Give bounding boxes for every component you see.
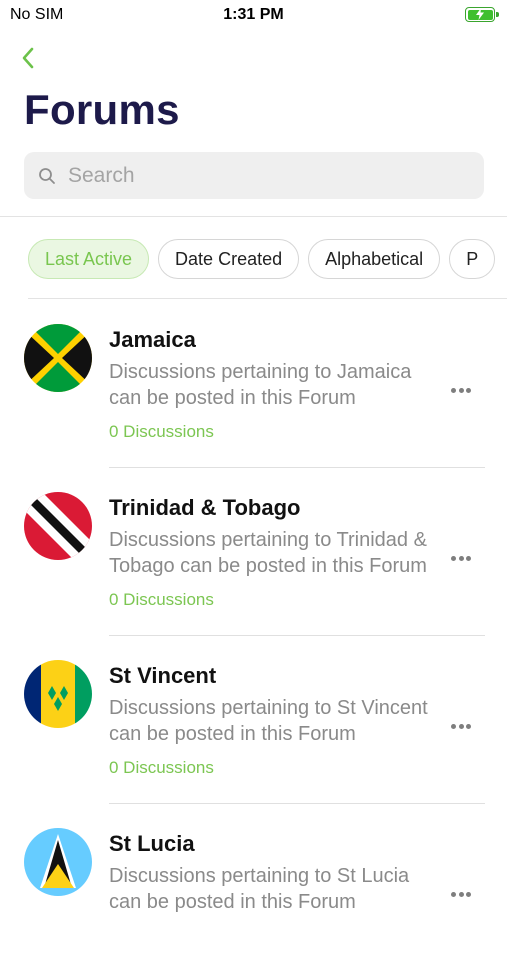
forum-description: Discussions pertaining to St Vincent can…: [109, 697, 428, 745]
forum-description: Discussions pertaining to Jamaica can be…: [109, 361, 412, 409]
st-lucia-flag-icon: [24, 828, 92, 896]
filter-chip-alphabetical[interactable]: Alphabetical: [308, 239, 441, 279]
forum-name: Trinidad & Tobago: [109, 495, 301, 520]
forum-name: St Lucia: [109, 831, 195, 856]
forum-description: Discussions pertaining to Trinidad & Tob…: [109, 529, 427, 577]
search-icon: [39, 168, 55, 184]
jamaica-flag-icon: [24, 324, 92, 392]
filter-divider: [28, 298, 507, 299]
header-divider: [0, 216, 507, 217]
forum-item-st-vincent[interactable]: St Vincent Discussions pertaining to St …: [0, 636, 507, 804]
back-button[interactable]: [18, 44, 42, 72]
discussion-count: 0 Discussions: [109, 422, 214, 441]
more-options-button[interactable]: [451, 884, 475, 897]
trinidad-tobago-flag-icon: [24, 492, 92, 560]
filter-chip-partial[interactable]: P: [449, 239, 496, 279]
more-options-button[interactable]: [451, 548, 475, 561]
sort-filter-bar: Last Active Date Created Alphabetical P: [28, 239, 507, 279]
forum-item-st-lucia[interactable]: St Lucia Discussions pertaining to St Lu…: [0, 804, 507, 972]
more-options-button[interactable]: [451, 716, 475, 729]
filter-chip-last-active[interactable]: Last Active: [28, 239, 150, 279]
forum-item-jamaica[interactable]: Jamaica Discussions pertaining to Jamaic…: [0, 300, 507, 468]
forum-name: Jamaica: [109, 327, 196, 352]
status-bar: No SIM 1:31 PM: [0, 0, 507, 32]
forum-item-trinidad-tobago[interactable]: Trinidad & Tobago Discussions pertaining…: [0, 468, 507, 636]
discussion-count: 0 Discussions: [109, 590, 214, 609]
discussion-count: 0 Discussions: [109, 758, 214, 777]
chevron-left-icon: [22, 47, 34, 69]
filter-chip-date-created[interactable]: Date Created: [158, 239, 300, 279]
st-vincent-flag-icon: [24, 660, 92, 728]
forum-name: St Vincent: [109, 663, 217, 688]
forum-description: Discussions pertaining to St Lucia can b…: [109, 865, 410, 913]
battery-icon: [465, 7, 499, 22]
search-bar[interactable]: [24, 152, 484, 199]
search-input[interactable]: [68, 160, 468, 191]
more-options-button[interactable]: [451, 380, 475, 393]
forum-list: Jamaica Discussions pertaining to Jamaic…: [0, 300, 507, 972]
clock: 1:31 PM: [223, 6, 284, 23]
page-title: Forums: [24, 86, 180, 133]
